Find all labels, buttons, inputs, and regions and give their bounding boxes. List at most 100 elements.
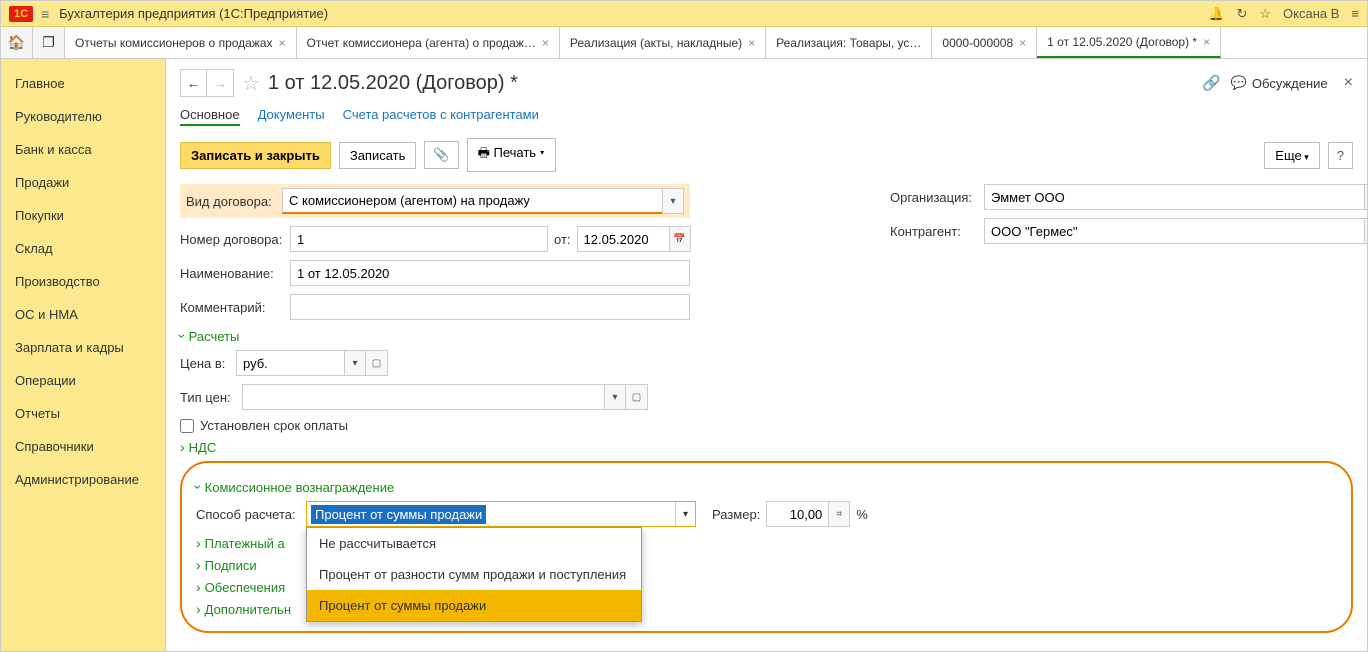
tabs-row: 🏠 ❐ Отчеты комиссионеров о продажах× Отч… [1, 27, 1367, 59]
tab-5[interactable]: 1 от 12.05.2020 (Договор) *× [1037, 27, 1221, 58]
menu-icon[interactable]: ≡ [41, 6, 49, 22]
sidebar-item[interactable]: Администрирование [1, 463, 165, 496]
section-commission[interactable]: Комиссионное вознаграждение [196, 479, 1337, 495]
sidebar-item[interactable]: Зарплата и кадры [1, 331, 165, 364]
percent-label: % [856, 507, 868, 522]
title-bar: 1C ≡ Бухгалтерия предприятия (1С:Предпри… [1, 1, 1367, 27]
nav-arrows: ← → [180, 69, 234, 97]
number-input[interactable] [290, 226, 548, 252]
open-icon[interactable]: ▢ [1364, 218, 1367, 244]
number-label: Номер договора: [180, 232, 284, 247]
app-title: Бухгалтерия предприятия (1С:Предприятие) [59, 6, 1208, 21]
dropdown-icon[interactable]: ▾ [344, 350, 366, 376]
dropdown-option[interactable]: Не рассчитывается [307, 528, 641, 559]
tab-3[interactable]: Реализация: Товары, ус… [766, 27, 932, 58]
back-button[interactable]: ← [181, 70, 207, 96]
close-icon[interactable]: × [542, 36, 549, 50]
method-input[interactable]: Процент от суммы продажи ▾ [306, 501, 696, 527]
logo-1c: 1C [9, 6, 33, 22]
page-title: 1 от 12.05.2020 (Договор) * [268, 72, 1194, 95]
sidebar-item[interactable]: Продажи [1, 166, 165, 199]
favorite-icon[interactable]: ☆ [242, 71, 260, 96]
section-calc[interactable]: Расчеты [180, 328, 1353, 344]
price-type-input[interactable] [242, 384, 604, 410]
history-icon[interactable]: ↻ [1236, 6, 1247, 22]
contract-type-label: Вид договора: [186, 194, 282, 209]
chat-icon: 💬 [1231, 75, 1247, 91]
close-icon[interactable]: × [1203, 35, 1210, 49]
method-label: Способ расчета: [196, 507, 300, 522]
sidebar-item[interactable]: Банк и касса [1, 133, 165, 166]
open-icon[interactable]: ▢ [1364, 184, 1367, 210]
tab-1[interactable]: Отчет комиссионера (агента) о продаж…× [297, 27, 560, 58]
dropdown-icon[interactable]: ▾ [662, 188, 684, 214]
menu-down-icon[interactable]: ≡ [1351, 6, 1359, 21]
price-in-label: Цена в: [180, 356, 230, 371]
counterparty-label: Контрагент: [890, 224, 978, 239]
more-button[interactable]: Еще [1264, 142, 1319, 169]
close-icon[interactable]: × [1019, 36, 1026, 50]
print-button[interactable]: 🖶 Печать ▾ [467, 138, 556, 172]
user-name[interactable]: Оксана В [1283, 6, 1339, 21]
commission-callout: Комиссионное вознаграждение Способ расче… [180, 461, 1353, 633]
date-input[interactable] [577, 226, 669, 252]
sidebar-item[interactable]: Производство [1, 265, 165, 298]
windows-button[interactable]: ❐ [33, 27, 65, 58]
contract-type-row: Вид договора: ▾ [180, 184, 690, 218]
close-icon[interactable]: × [1344, 74, 1353, 92]
comment-label: Комментарий: [180, 300, 284, 315]
open-icon[interactable]: ▢ [626, 384, 648, 410]
from-label: от: [554, 232, 571, 247]
dropdown-icon[interactable]: ▾ [675, 502, 695, 526]
link-icon[interactable]: 🔗 [1202, 74, 1221, 92]
save-close-button[interactable]: Записать и закрыть [180, 142, 331, 169]
star-icon[interactable]: ☆ [1259, 6, 1271, 22]
due-label: Установлен срок оплаты [200, 418, 348, 433]
dropdown-icon[interactable]: ▾ [604, 384, 626, 410]
comment-input[interactable] [290, 294, 690, 320]
home-button[interactable]: 🏠 [1, 27, 33, 58]
sidebar-item[interactable]: Отчеты [1, 397, 165, 430]
dropdown-option[interactable]: Процент от разности сумм продажи и посту… [307, 559, 641, 590]
org-label: Организация: [890, 190, 978, 205]
save-button[interactable]: Записать [339, 142, 417, 169]
sidebar-item[interactable]: Руководителю [1, 100, 165, 133]
close-icon[interactable]: × [748, 36, 755, 50]
attach-button[interactable]: 📎 [424, 141, 458, 169]
bell-icon[interactable]: 🔔 [1208, 6, 1224, 22]
currency-input[interactable] [236, 350, 344, 376]
sidebar-item[interactable]: Операции [1, 364, 165, 397]
subtab-main[interactable]: Основное [180, 107, 240, 126]
name-input[interactable] [290, 260, 690, 286]
dropdown-option[interactable]: Процент от суммы продажи [307, 590, 641, 621]
contract-type-input[interactable] [282, 188, 662, 214]
subtab-accounts[interactable]: Счета расчетов с контрагентами [343, 107, 539, 126]
sidebar-item[interactable]: Главное [1, 67, 165, 100]
calculator-icon[interactable]: ⌗ [828, 501, 850, 527]
sidebar-item[interactable]: ОС и НМА [1, 298, 165, 331]
price-type-label: Тип цен: [180, 390, 236, 405]
due-checkbox[interactable] [180, 419, 194, 433]
counterparty-input[interactable] [984, 218, 1364, 244]
method-dropdown: Не рассчитывается Процент от разности су… [306, 527, 642, 622]
amount-label: Размер: [712, 507, 760, 522]
open-icon[interactable]: ▢ [366, 350, 388, 376]
help-button[interactable]: ? [1328, 142, 1353, 169]
method-value: Процент от суммы продажи [311, 505, 486, 524]
amount-input[interactable] [766, 501, 828, 527]
sidebar-item[interactable]: Справочники [1, 430, 165, 463]
close-icon[interactable]: × [279, 36, 286, 50]
sidebar-item[interactable]: Покупки [1, 199, 165, 232]
forward-button[interactable]: → [207, 70, 233, 96]
sidebar: Главное Руководителю Банк и касса Продаж… [1, 59, 166, 651]
calendar-icon[interactable]: 📅 [669, 226, 691, 252]
tab-4[interactable]: 0000-000008× [932, 27, 1037, 58]
sidebar-item[interactable]: Склад [1, 232, 165, 265]
org-input[interactable] [984, 184, 1364, 210]
tab-2[interactable]: Реализация (акты, накладные)× [560, 27, 766, 58]
section-vat[interactable]: НДС [180, 439, 1353, 455]
discuss-button[interactable]: 💬 Обсуждение [1231, 75, 1328, 91]
tab-0[interactable]: Отчеты комиссионеров о продажах× [65, 27, 297, 58]
subtab-docs[interactable]: Документы [258, 107, 325, 126]
method-combo: Процент от суммы продажи ▾ Не рассчитыва… [306, 501, 696, 527]
